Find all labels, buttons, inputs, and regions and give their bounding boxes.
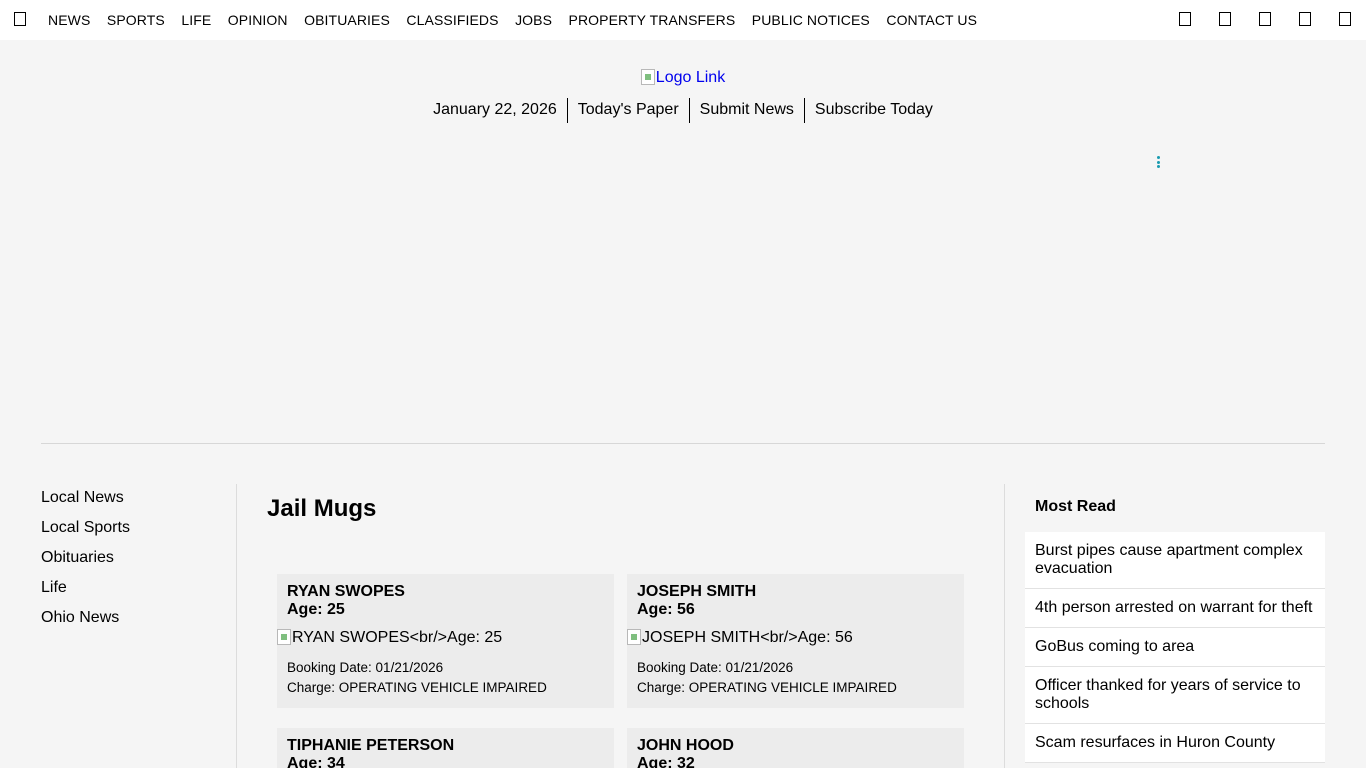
facebook-icon[interactable] bbox=[1179, 12, 1191, 26]
twitter-icon[interactable] bbox=[1219, 12, 1231, 26]
nav-item-sports[interactable]: SPORTS bbox=[107, 12, 165, 28]
ad-options-icon[interactable] bbox=[1157, 156, 1161, 168]
most-read-item[interactable]: GoBus coming to area bbox=[1025, 628, 1325, 667]
column-divider-left bbox=[236, 484, 237, 768]
nav-item-classifieds[interactable]: CLASSIFIEDS bbox=[406, 12, 498, 28]
booking-date: Booking Date: 01/21/2026 bbox=[287, 660, 444, 675]
section-nav: Local News Local Sports Obituaries Life … bbox=[41, 489, 130, 639]
section-link-local-news[interactable]: Local News bbox=[41, 489, 130, 519]
broken-image-icon bbox=[277, 629, 291, 645]
top-nav-bar: NEWS SPORTS LIFE OPINION OBITUARIES CLAS… bbox=[0, 0, 1366, 40]
submit-news-link[interactable]: Submit News bbox=[688, 98, 804, 123]
main-nav: NEWS SPORTS LIFE OPINION OBITUARIES CLAS… bbox=[48, 0, 994, 40]
mugshot-card[interactable]: RYAN SWOPES Age: 25 RYAN SWOPES<br/>Age:… bbox=[277, 574, 614, 708]
nav-item-life[interactable]: LIFE bbox=[181, 12, 211, 28]
booking-date: Booking Date: 01/21/2026 bbox=[637, 660, 794, 675]
inmate-name: JOSEPH SMITH bbox=[637, 583, 757, 600]
charge: Charge: OPERATING VEHICLE IMPAIRED bbox=[637, 680, 897, 695]
mugshot-card[interactable]: JOHN HOOD Age: 32 bbox=[627, 728, 964, 768]
most-read-list: Burst pipes cause apartment complex evac… bbox=[1025, 532, 1325, 763]
inmate-age: Age: 56 bbox=[637, 601, 695, 618]
most-read-item[interactable]: Burst pipes cause apartment complex evac… bbox=[1025, 532, 1325, 589]
most-read-item[interactable]: Officer thanked for years of service to … bbox=[1025, 667, 1325, 724]
nav-item-opinion[interactable]: OPINION bbox=[228, 12, 288, 28]
section-link-local-sports[interactable]: Local Sports bbox=[41, 519, 130, 549]
section-link-ohio-news[interactable]: Ohio News bbox=[41, 609, 130, 639]
mugshot-card[interactable]: JOSEPH SMITH Age: 56 JOSEPH SMITH<br/>Ag… bbox=[627, 574, 964, 708]
search-icon[interactable] bbox=[1339, 12, 1351, 26]
nav-item-jobs[interactable]: JOBS bbox=[515, 12, 552, 28]
mugshot-image[interactable]: JOSEPH SMITH<br/>Age: 56 bbox=[627, 629, 853, 647]
nav-item-property-transfers[interactable]: PROPERTY TRANSFERS bbox=[569, 12, 736, 28]
instagram-icon[interactable] bbox=[1259, 12, 1271, 26]
mugshot-image[interactable]: RYAN SWOPES<br/>Age: 25 bbox=[277, 629, 502, 647]
most-read-item[interactable]: 4th person arrested on warrant for theft bbox=[1025, 589, 1325, 628]
mugshot-alt-text: RYAN SWOPES<br/>Age: 25 bbox=[292, 629, 503, 646]
most-read-heading: Most Read bbox=[1035, 498, 1116, 515]
todays-paper-link[interactable]: Today's Paper bbox=[566, 98, 689, 123]
broken-image-icon bbox=[640, 69, 655, 85]
nav-item-obituaries[interactable]: OBITUARIES bbox=[304, 12, 390, 28]
mugshot-alt-text: JOSEPH SMITH<br/>Age: 56 bbox=[642, 629, 853, 646]
inmate-name: JOHN HOOD bbox=[637, 737, 734, 754]
inmate-age: Age: 25 bbox=[287, 601, 345, 618]
most-read-item[interactable]: Scam resurfaces in Huron County bbox=[1025, 724, 1325, 763]
inmate-age: Age: 32 bbox=[637, 755, 695, 768]
current-date: January 22, 2026 bbox=[433, 101, 557, 118]
nav-item-public-notices[interactable]: PUBLIC NOTICES bbox=[752, 12, 870, 28]
logo-link[interactable]: Logo Link bbox=[0, 69, 1366, 87]
charge: Charge: OPERATING VEHICLE IMPAIRED bbox=[287, 680, 547, 695]
section-link-obituaries[interactable]: Obituaries bbox=[41, 549, 130, 579]
inmate-age: Age: 34 bbox=[287, 755, 345, 768]
rss-icon[interactable] bbox=[1299, 12, 1311, 26]
column-divider-right bbox=[1004, 484, 1005, 768]
header-subbar: January 22, 2026 Today's Paper Submit Ne… bbox=[0, 98, 1366, 123]
nav-item-news[interactable]: NEWS bbox=[48, 12, 90, 28]
inmate-name: RYAN SWOPES bbox=[287, 583, 405, 600]
social-links bbox=[1179, 12, 1351, 26]
header-divider bbox=[41, 443, 1325, 444]
menu-icon[interactable] bbox=[14, 12, 26, 26]
mugshot-card[interactable]: TIPHANIE PETERSON Age: 34 bbox=[277, 728, 614, 768]
logo-alt-text[interactable]: Logo Link bbox=[656, 69, 725, 86]
broken-image-icon bbox=[627, 629, 641, 645]
inmate-name: TIPHANIE PETERSON bbox=[287, 737, 455, 754]
subscribe-link[interactable]: Subscribe Today bbox=[803, 98, 943, 123]
nav-item-contact-us[interactable]: CONTACT US bbox=[886, 12, 977, 28]
section-link-life[interactable]: Life bbox=[41, 579, 130, 609]
page-title: Jail Mugs bbox=[267, 495, 377, 522]
